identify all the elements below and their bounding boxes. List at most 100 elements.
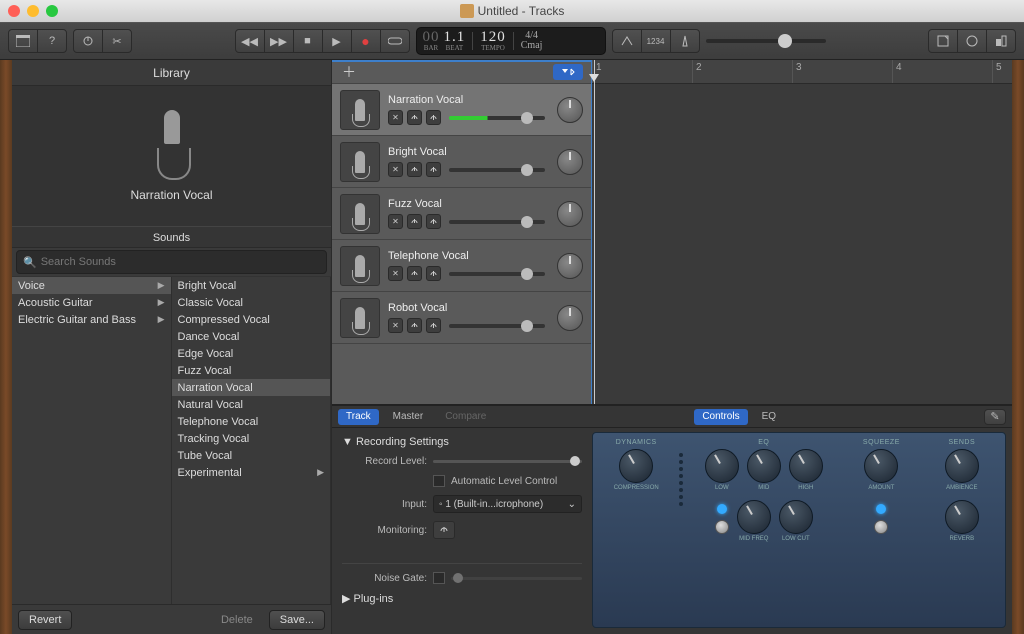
record-button[interactable]: ● — [351, 29, 381, 53]
preset-row[interactable]: Fuzz Vocal — [172, 362, 331, 379]
zoom-window-button[interactable] — [46, 5, 58, 17]
pan-knob[interactable] — [557, 305, 583, 331]
preset-row[interactable]: Narration Vocal — [172, 379, 331, 396]
eq-high-knob[interactable] — [789, 449, 823, 483]
input-monitor-button[interactable] — [426, 266, 441, 281]
eq-low-cut-knob[interactable] — [779, 500, 813, 534]
tab-compare[interactable]: Compare — [437, 409, 494, 425]
squeeze-bypass-button[interactable] — [874, 520, 888, 534]
pan-knob[interactable] — [557, 97, 583, 123]
mute-button[interactable]: ✕ — [388, 318, 403, 333]
track-volume-slider[interactable] — [449, 272, 545, 276]
track-row[interactable]: Bright Vocal✕ — [332, 136, 591, 188]
mute-button[interactable]: ✕ — [388, 162, 403, 177]
forward-button[interactable]: ▶▶ — [264, 29, 294, 53]
editors-button[interactable]: ✂ — [102, 29, 132, 53]
stop-button[interactable]: ■ — [293, 29, 323, 53]
input-monitor-button[interactable] — [426, 162, 441, 177]
preset-row[interactable]: Edge Vocal — [172, 345, 331, 362]
track-row[interactable]: Telephone Vocal✕ — [332, 240, 591, 292]
preset-row[interactable]: Classic Vocal — [172, 294, 331, 311]
solo-button[interactable] — [407, 162, 422, 177]
tuner-button[interactable]: 1234 — [641, 29, 671, 53]
preset-row[interactable]: Tube Vocal — [172, 447, 331, 464]
track-volume-slider[interactable] — [449, 116, 545, 120]
preset-row[interactable]: Natural Vocal — [172, 396, 331, 413]
notepad-button[interactable] — [928, 29, 958, 53]
squeeze-on-led[interactable] — [876, 504, 886, 514]
metronome-button[interactable] — [670, 29, 700, 53]
track-volume-slider[interactable] — [449, 324, 545, 328]
noise-gate-slider[interactable] — [451, 577, 582, 580]
input-monitor-button[interactable] — [426, 214, 441, 229]
lcd-display[interactable]: 00BAR 1.1BEAT 120TEMPO 4/4Cmaj — [416, 27, 606, 55]
rewind-button[interactable]: ◀◀ — [235, 29, 265, 53]
preset-row[interactable]: Telephone Vocal — [172, 413, 331, 430]
track-filter-button[interactable] — [553, 64, 583, 80]
ruler[interactable]: 12345 — [592, 60, 1012, 84]
pan-knob[interactable] — [557, 253, 583, 279]
pan-knob[interactable] — [557, 149, 583, 175]
track-volume-slider[interactable] — [449, 168, 545, 172]
reverb-knob[interactable] — [945, 500, 979, 534]
mute-button[interactable]: ✕ — [388, 214, 403, 229]
input-monitor-button[interactable] — [426, 318, 441, 333]
category-row[interactable]: Electric Guitar and Bass▶ — [12, 311, 171, 328]
add-track-button[interactable]: ＋ — [340, 63, 358, 81]
timeline[interactable]: 12345 — [592, 60, 1012, 404]
plugins-disclosure[interactable]: ▶ Plug-ins — [342, 592, 582, 605]
revert-button[interactable]: Revert — [18, 610, 72, 630]
count-in-button[interactable] — [612, 29, 642, 53]
preset-row[interactable]: Tracking Vocal — [172, 430, 331, 447]
preset-row[interactable]: Dance Vocal — [172, 328, 331, 345]
category-row[interactable]: Acoustic Guitar▶ — [12, 294, 171, 311]
tab-master[interactable]: Master — [385, 409, 432, 425]
eq-mid-freq-knob[interactable] — [737, 500, 771, 534]
squeeze-amount-knob[interactable] — [864, 449, 898, 483]
mute-button[interactable]: ✕ — [388, 110, 403, 125]
playhead[interactable] — [594, 60, 595, 404]
eq-low-knob[interactable] — [705, 449, 739, 483]
loop-browser-button[interactable] — [957, 29, 987, 53]
monitoring-button[interactable] — [433, 521, 455, 539]
solo-button[interactable] — [407, 318, 422, 333]
recording-settings-disclosure[interactable]: ▼ Recording Settings — [342, 436, 582, 448]
tab-eq[interactable]: EQ — [754, 409, 784, 425]
eq-bypass-button[interactable] — [715, 520, 729, 534]
input-monitor-button[interactable] — [426, 110, 441, 125]
eq-mid-knob[interactable] — [747, 449, 781, 483]
mute-button[interactable]: ✕ — [388, 266, 403, 281]
compression-knob[interactable] — [619, 449, 653, 483]
preset-row[interactable]: Bright Vocal — [172, 277, 331, 294]
solo-button[interactable] — [407, 214, 422, 229]
input-dropdown[interactable]: ◦ 1 (Built-in...icrophone) ⌄ — [433, 495, 582, 513]
tab-track[interactable]: Track — [338, 409, 379, 425]
minimize-window-button[interactable] — [27, 5, 39, 17]
preset-row[interactable]: Compressed Vocal — [172, 311, 331, 328]
delete-button[interactable]: Delete — [211, 610, 263, 630]
category-row[interactable]: Voice▶ — [12, 277, 171, 294]
track-row[interactable]: Narration Vocal✕ — [332, 84, 591, 136]
noise-gate-checkbox[interactable] — [433, 572, 445, 584]
solo-button[interactable] — [407, 110, 422, 125]
eq-on-led[interactable] — [717, 504, 727, 514]
record-level-slider[interactable] — [433, 460, 582, 463]
library-toggle-button[interactable] — [8, 29, 38, 53]
smart-controls-button[interactable] — [73, 29, 103, 53]
solo-button[interactable] — [407, 266, 422, 281]
media-browser-button[interactable] — [986, 29, 1016, 53]
track-volume-slider[interactable] — [449, 220, 545, 224]
pan-knob[interactable] — [557, 201, 583, 227]
play-button[interactable]: ▶ — [322, 29, 352, 53]
track-row[interactable]: Fuzz Vocal✕ — [332, 188, 591, 240]
cycle-button[interactable] — [380, 29, 410, 53]
auto-level-checkbox[interactable] — [433, 475, 445, 487]
search-input[interactable]: 🔍 Search Sounds — [16, 250, 327, 274]
preset-row[interactable]: Experimental▶ — [172, 464, 331, 481]
track-row[interactable]: Robot Vocal✕ — [332, 292, 591, 344]
master-volume-slider[interactable] — [706, 39, 826, 43]
quick-help-button[interactable]: ? — [37, 29, 67, 53]
tab-controls[interactable]: Controls — [694, 409, 747, 425]
inspector-edit-button[interactable]: ✎ — [984, 409, 1006, 425]
close-window-button[interactable] — [8, 5, 20, 17]
